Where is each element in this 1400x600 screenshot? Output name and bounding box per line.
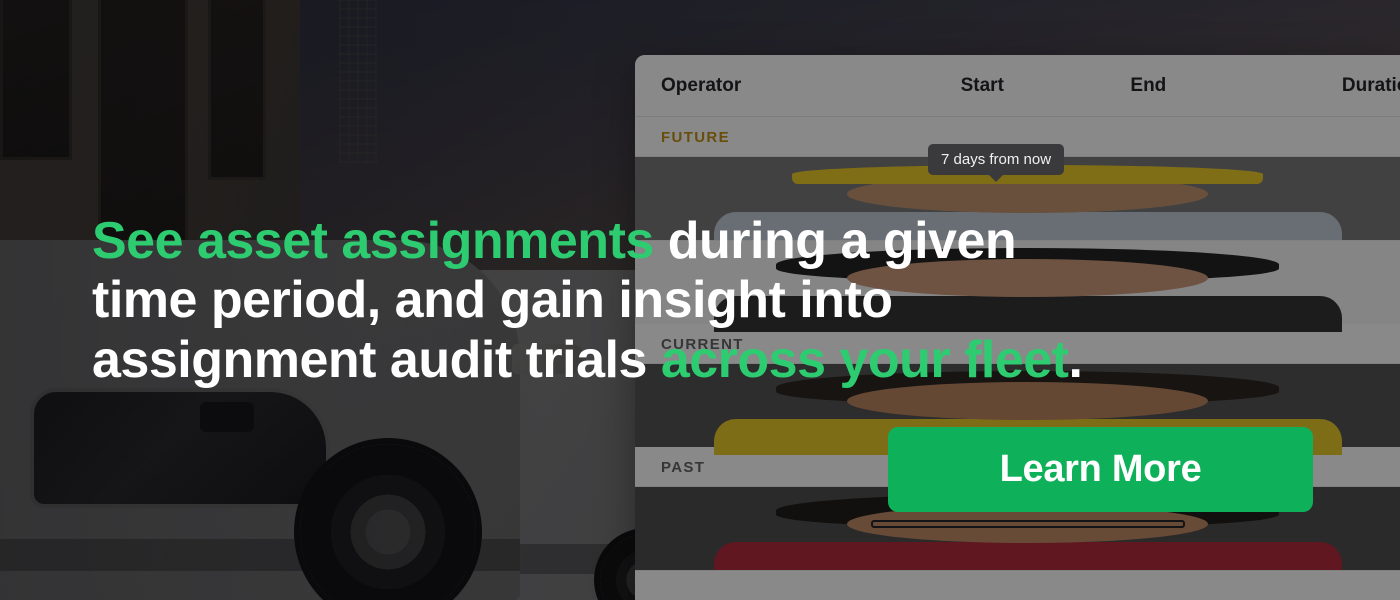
learn-more-button[interactable]: Learn More: [888, 427, 1313, 512]
promo-banner: Operator Start End Duration FUTURE N: [0, 0, 1400, 600]
headline-text-1: during a given: [653, 212, 1017, 270]
headline-period: .: [1068, 330, 1083, 389]
page-title: See asset assignments during a given tim…: [92, 212, 1092, 390]
headline-highlight-2: across your fleet: [660, 330, 1069, 389]
column-header-operator[interactable]: Operator: [661, 75, 961, 97]
avatar: [635, 487, 1400, 579]
date-tooltip: 7 days from now: [928, 144, 1065, 182]
avatar-face-man-glasses: [635, 487, 1400, 579]
table-row[interactable]: [635, 570, 1400, 600]
table-header-row: Operator Start End Duration: [635, 55, 1400, 117]
operator-cell: Benjamin Abbott Lake Ross: [635, 487, 1400, 579]
column-header-end[interactable]: End: [1130, 75, 1290, 97]
headline-text-2: time period, and gain insight into: [92, 271, 893, 330]
column-header-start[interactable]: Start: [961, 75, 1131, 97]
column-header-duration[interactable]: Duration: [1290, 75, 1400, 97]
row-accent-bar: [635, 571, 639, 600]
headline-highlight-1: See asset assignments: [92, 212, 654, 270]
headline-text-3: assignment audit trials: [92, 330, 661, 389]
